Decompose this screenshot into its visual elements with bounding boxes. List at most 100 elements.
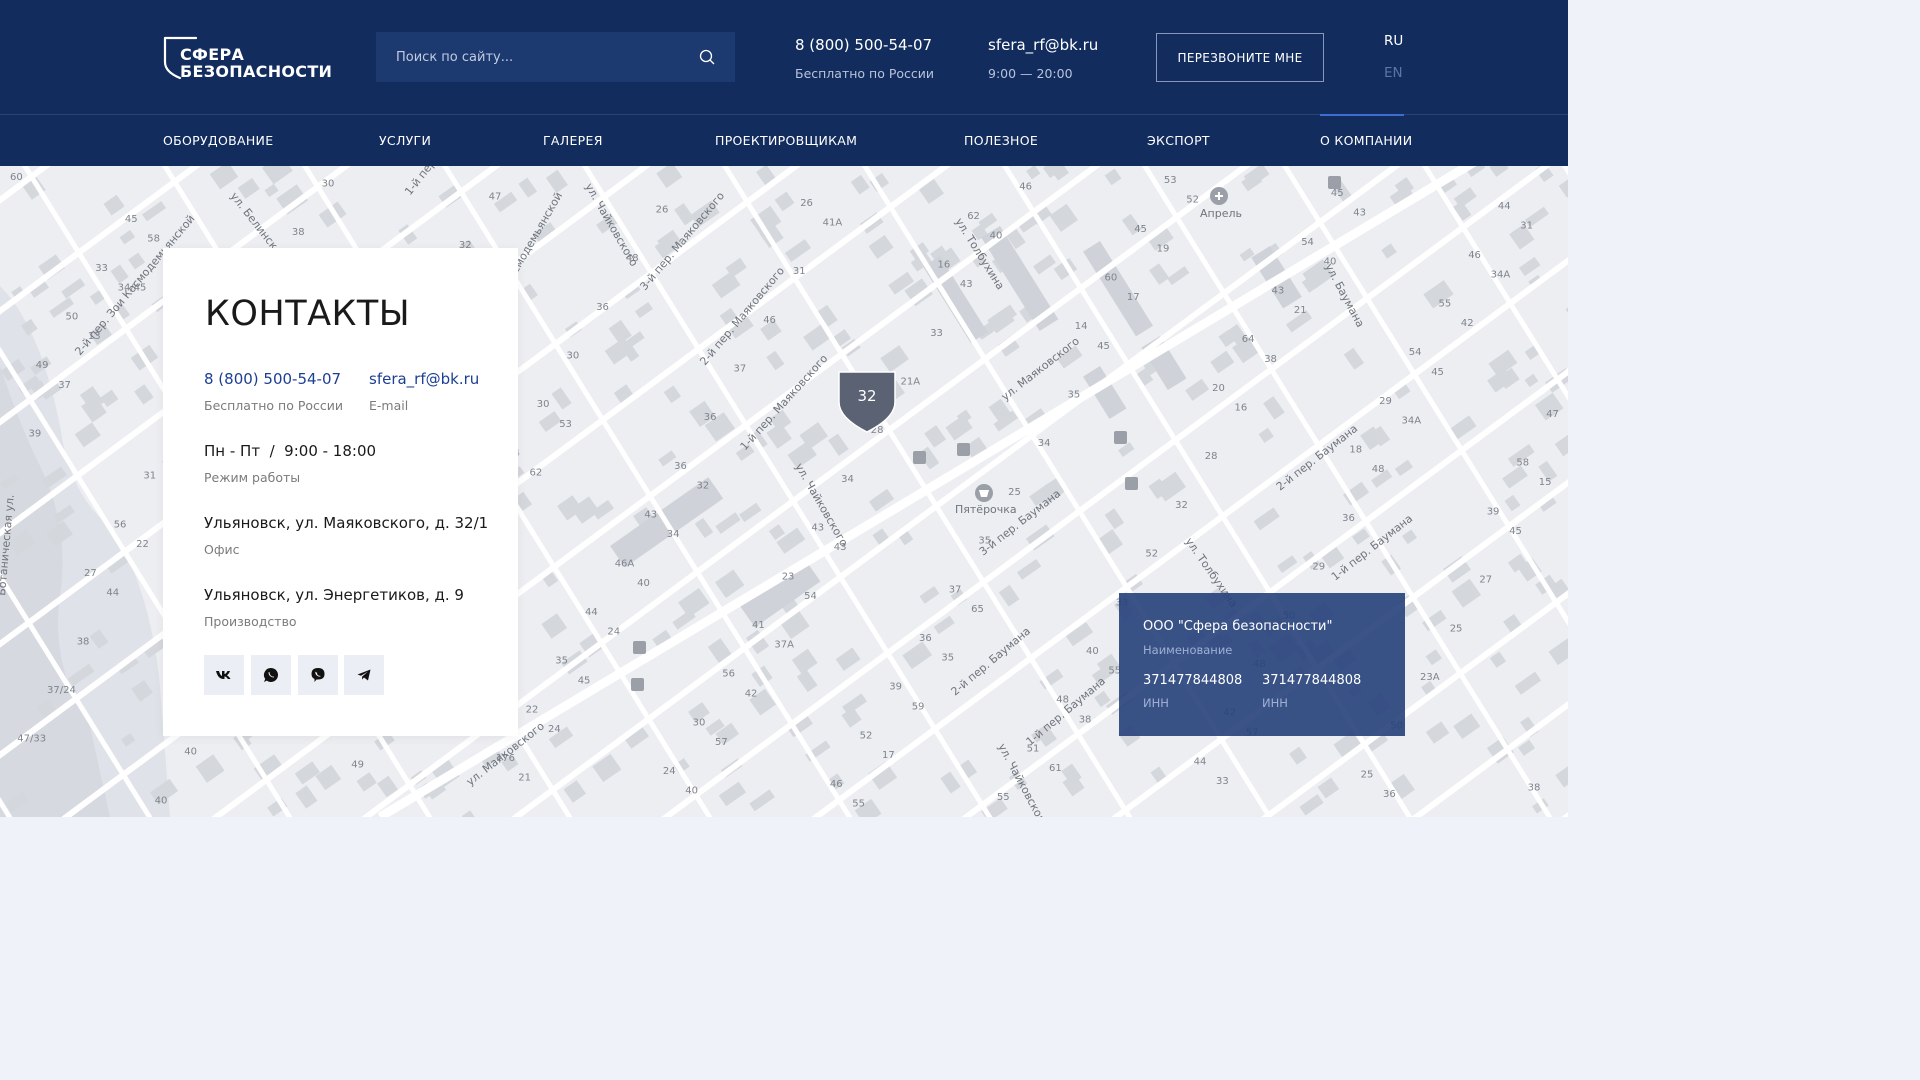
map-house-number: 25 (1361, 769, 1374, 780)
nav-item-equipment[interactable]: ОБОРУДОВАНИЕ (163, 133, 273, 148)
viber-button[interactable] (298, 655, 338, 695)
map-house-number: 30 (537, 399, 550, 410)
map-house-number: 22 (136, 539, 149, 550)
map-building (1239, 247, 1255, 262)
whatsapp-button[interactable] (251, 655, 291, 695)
header-work-hours: 9:00 — 20:00 (988, 66, 1073, 81)
map-building (61, 278, 86, 299)
map-house-number: 46А (615, 558, 635, 569)
map-building (828, 433, 849, 456)
callback-button[interactable]: ПЕРЕЗВОНИТЕ МНЕ (1156, 33, 1324, 82)
map-house-number: 36 (1342, 513, 1355, 524)
nav-item-export[interactable]: ЭКСПОРТ (1147, 133, 1210, 148)
map-building (1555, 764, 1568, 788)
lang-ru[interactable]: RU (1384, 33, 1403, 49)
lang-en[interactable]: EN (1384, 65, 1403, 81)
contact-hours: Пн - Пт / 9:00 - 18:00 (204, 442, 377, 460)
telegram-button[interactable] (344, 655, 384, 695)
map-house-number: 52 (860, 730, 873, 741)
contacts-title: КОНТАКТЫ (205, 294, 411, 334)
map-building (715, 512, 741, 534)
map-building (541, 613, 568, 639)
map-house-number: 42 (1461, 318, 1474, 329)
map-house-number: 45 (1097, 341, 1110, 352)
contact-phone[interactable]: 8 (800) 500-54-07 (204, 370, 341, 388)
map-house-number: 49 (36, 360, 49, 371)
map-house-number: 31 (143, 471, 156, 482)
map-house-number: 45 (1509, 526, 1522, 537)
map-building (1104, 508, 1125, 530)
contact-production-label: Производство (204, 614, 297, 629)
map-house-number: 14 (1075, 321, 1088, 332)
nav-item-about[interactable]: О КОМПАНИИ (1320, 133, 1412, 148)
nav-item-designers[interactable]: ПРОЕКТИРОВЩИКАМ (715, 133, 857, 148)
map-building (1049, 203, 1078, 232)
map-building (663, 385, 682, 404)
company-inn-2-label: ИНН (1262, 696, 1288, 710)
header-email-address[interactable]: sfera_rf@bk.ru (988, 36, 1098, 54)
map-house-number: 27 (1479, 575, 1492, 586)
map-house-number: 32 (697, 481, 710, 492)
map-building (1514, 671, 1542, 695)
map-house-number: 23А (1420, 672, 1440, 683)
map-building (998, 584, 1020, 607)
map-house-number: 38 (1079, 714, 1092, 725)
map-building (1425, 721, 1450, 744)
search-box (376, 32, 735, 82)
map-building (715, 569, 745, 598)
map-building (1253, 507, 1280, 531)
map-building (100, 389, 119, 407)
map-house-number: 50 (66, 312, 79, 323)
map-building (1033, 254, 1056, 275)
map-house-number: 43 (811, 523, 824, 534)
map-building (1185, 378, 1210, 401)
map-house-number: 62 (967, 211, 980, 222)
map-house-number: 40 (637, 578, 650, 589)
map-house-number: 26 (800, 198, 813, 209)
map-house-number: 21 (518, 773, 531, 784)
contact-email[interactable]: sfera_rf@bk.ru (369, 370, 479, 388)
map-building (841, 707, 862, 728)
map-building (1453, 713, 1481, 739)
map-house-number: 43 (1353, 208, 1366, 219)
map-building (262, 166, 293, 185)
map-house-number: 35 (555, 656, 568, 667)
nav-item-useful[interactable]: ПОЛЕЗНОЕ (964, 133, 1038, 148)
vk-icon (216, 671, 231, 679)
vk-button[interactable] (204, 655, 244, 695)
map-building (774, 191, 795, 212)
header-phone-number[interactable]: 8 (800) 500-54-07 (795, 36, 934, 54)
map-house-number: 40 (155, 795, 168, 806)
nav-item-services[interactable]: УСЛУГИ (379, 133, 431, 148)
search-input[interactable] (376, 32, 676, 82)
map-house-number: 55 (997, 792, 1010, 803)
map-house-number: 45 (1431, 367, 1444, 378)
map-building (678, 587, 710, 618)
contact-email-label: E-mail (369, 398, 409, 413)
map-building (924, 425, 947, 448)
map-house-number: 47 (489, 191, 502, 202)
map-house-number: 40 (685, 786, 698, 797)
company-inn-1-label: ИНН (1143, 696, 1169, 710)
map-building (209, 166, 239, 190)
map-building (1343, 347, 1365, 370)
logo-line-2: БЕЗОПАСНОСТИ (180, 62, 333, 81)
map-building (1299, 794, 1324, 816)
map-house-number: 54 (804, 591, 817, 602)
nav-item-gallery[interactable]: ГАЛЕРЕЯ (543, 133, 603, 148)
map-house-number: 38 (292, 227, 305, 238)
map-house-number: 40 (1086, 646, 1099, 657)
map-building (768, 524, 785, 541)
map-house-number: 34А (1402, 416, 1422, 427)
map-house-number: 37 (58, 380, 71, 391)
map-house-number: 17 (882, 750, 895, 761)
map-house-number: 55 (1439, 299, 1452, 310)
map-building (694, 517, 714, 538)
map-house-number: 46 (763, 315, 776, 326)
map-house-number: 17 (1127, 292, 1140, 303)
map-house-number: 44 (106, 588, 119, 599)
logo[interactable]: СФЕРА БЕЗОПАСНОСТИ (162, 34, 332, 84)
search-icon[interactable] (699, 49, 715, 65)
map-building (134, 384, 154, 405)
contact-production-address: Ульяновск, ул. Энергетиков, д. 9 (204, 586, 464, 604)
